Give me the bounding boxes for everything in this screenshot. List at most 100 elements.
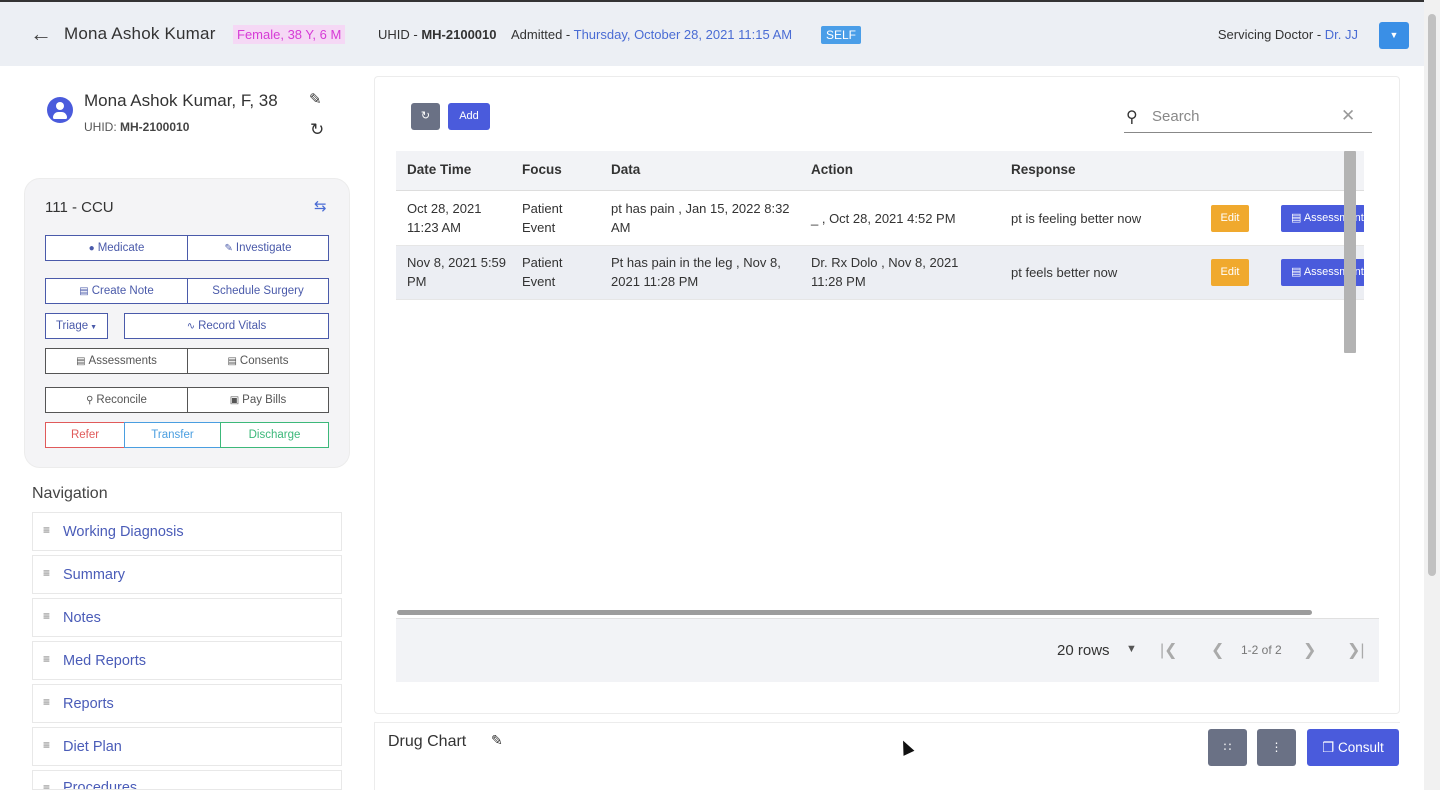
table-vertical-scrollbar[interactable] [1344, 151, 1356, 353]
search-icon: ⚲ [86, 395, 94, 406]
consult-button[interactable]: ❐ Consult [1307, 729, 1399, 766]
list-icon: ≡ [43, 523, 51, 537]
refresh-button[interactable]: ↻ [411, 103, 440, 130]
nav-item-diet-plan[interactable]: ≡ Diet Plan [32, 727, 342, 766]
page-scrollbar-thumb[interactable] [1428, 14, 1436, 576]
pagination-bar: 20 rows ▼ |❮ ❮ 1-2 of 2 ❯ ❯| [396, 618, 1379, 682]
table-row[interactable]: Nov 8, 2021 5:59 PM Patient Event Pt has… [396, 246, 1364, 300]
avatar-icon [47, 97, 73, 123]
column-header[interactable]: Data [611, 162, 640, 177]
patient-card-uhid-value: MH-2100010 [120, 120, 190, 134]
investigate-button[interactable]: ✎ Investigate [187, 235, 329, 261]
cell-date-time: Nov 8, 2021 5:59 PM [407, 255, 507, 289]
search-input[interactable] [1152, 105, 1332, 127]
rows-per-page-select[interactable]: 20 rows [1057, 642, 1110, 659]
notes-table: Date Time Focus Data Action Response Oct… [396, 151, 1364, 681]
refer-button[interactable]: Refer [45, 422, 125, 448]
more-vertical-icon: ⋮ [1270, 740, 1283, 754]
create-note-button[interactable]: ▤ Create Note [45, 278, 188, 304]
uhid-label: UHID - [378, 27, 422, 42]
patient-header: ← Mona Ashok Kumar Female, 38 Y, 6 M UHI… [0, 0, 1424, 66]
drug-chart-title: Drug Chart [388, 733, 467, 750]
column-header[interactable]: Focus [522, 162, 562, 177]
navigation-heading: Navigation [32, 485, 108, 502]
discharge-button[interactable]: Discharge [220, 422, 329, 448]
column-header[interactable]: Response [1011, 162, 1076, 177]
record-vitals-button[interactable]: ∿ Record Vitals [124, 313, 329, 339]
pay-bills-button[interactable]: ▣ Pay Bills [187, 387, 329, 413]
nav-item-label: Reports [63, 696, 114, 712]
ward-title: 111 - CCU [45, 199, 114, 216]
swap-icon[interactable]: ⇆ [314, 197, 327, 215]
nav-item-label: Notes [63, 610, 101, 626]
caret-down-icon[interactable]: ▼ [1126, 643, 1137, 655]
more-options-button[interactable]: ⋮ [1257, 729, 1296, 766]
triage-label: Triage [55, 320, 89, 332]
grid-menu-button[interactable]: ∷ [1208, 729, 1247, 766]
nav-item-reports[interactable]: ≡ Reports [32, 684, 342, 723]
list-icon: ≡ [43, 781, 51, 790]
patient-card-uhid: UHID: MH-2100010 [84, 120, 189, 134]
column-header[interactable]: Date Time [407, 162, 471, 177]
doctor-dropdown-button[interactable]: ▼ [1379, 22, 1409, 49]
nav-item-med-reports[interactable]: ≡ Med Reports [32, 641, 342, 680]
nav-item-notes[interactable]: ≡ Notes [32, 598, 342, 637]
admitted-date: Thursday, October 28, 2021 11:15 AM [573, 27, 793, 42]
uhid-value: MH-2100010 [421, 27, 497, 42]
pulse-icon: ∿ [186, 321, 196, 332]
nav-item-working-diagnosis[interactable]: ≡ Working Diagnosis [32, 512, 342, 551]
cell-focus: Patient Event [522, 201, 563, 235]
add-button[interactable]: Add [448, 103, 490, 130]
investigate-label: Investigate [235, 242, 292, 254]
reconcile-button[interactable]: ⚲ Reconcile [45, 387, 188, 413]
nav-item-label: Med Reports [63, 653, 147, 669]
edit-button[interactable]: Edit [1211, 205, 1249, 232]
last-page-icon[interactable]: ❯| [1347, 640, 1365, 660]
grid-icon: ∷ [1223, 740, 1232, 754]
edit-patient-icon[interactable]: ✎ [309, 90, 322, 108]
transfer-button[interactable]: Transfer [124, 422, 221, 448]
table-horizontal-scrollbar[interactable] [397, 610, 1312, 615]
cell-response: pt feels better now [1011, 265, 1118, 280]
discharge-label: Discharge [248, 429, 301, 441]
nav-item-summary[interactable]: ≡ Summary [32, 555, 342, 594]
list-icon: ≡ [43, 738, 51, 752]
medicate-button[interactable]: ● Medicate [45, 235, 188, 261]
cell-action: Dr. Rx Dolo , Nov 8, 2021 11:28 PM [811, 255, 959, 289]
cell-focus: Patient Event [522, 255, 563, 289]
edit-button[interactable]: Edit [1211, 259, 1249, 286]
refresh-icon: ↻ [420, 110, 431, 122]
search-box: ⚲ ✕ [1124, 101, 1372, 133]
back-arrow-icon[interactable]: ← [30, 23, 52, 45]
search-icon: ⚲ [1126, 109, 1138, 126]
pay-bills-label: Pay Bills [242, 394, 287, 406]
nav-item-procedures[interactable]: ≡ Procedures [32, 770, 342, 790]
schedule-surgery-label: Schedule Surgery [212, 285, 304, 297]
triage-dropdown[interactable]: Triage ▼ [45, 313, 108, 339]
servicing-label: Servicing Doctor - [1217, 27, 1325, 42]
nav-item-label: Summary [63, 567, 126, 583]
refresh-icon[interactable]: ↻ [310, 120, 324, 140]
servicing-doctor-name: Dr. JJ [1324, 27, 1358, 42]
reconcile-label: Reconcile [96, 394, 147, 406]
page-scrollbar[interactable] [1424, 0, 1440, 790]
clear-icon[interactable]: ✕ [1341, 106, 1355, 126]
consents-button[interactable]: ▤ Consents [187, 348, 329, 374]
edit-drug-chart-icon[interactable]: ✎ [491, 732, 503, 749]
list-icon: ≡ [43, 652, 51, 666]
clipboard-icon: ▤ [76, 356, 86, 367]
consents-label: Consents [239, 355, 289, 367]
table-row[interactable]: Oct 28, 2021 11:23 AM Patient Event pt h… [396, 192, 1364, 246]
next-page-icon[interactable]: ❯ [1303, 640, 1316, 660]
first-page-icon[interactable]: |❮ [1160, 640, 1178, 660]
schedule-surgery-button[interactable]: Schedule Surgery [187, 278, 329, 304]
list-icon: ≡ [43, 566, 51, 580]
column-header[interactable]: Action [811, 162, 853, 177]
ward-actions-card: 111 - CCU ⇆ ● Medicate ✎ Investigate ▤ Crea… [24, 178, 350, 468]
caret-down-icon: ▼ [90, 324, 98, 331]
prev-page-icon[interactable]: ❮ [1211, 640, 1224, 660]
clipboard-icon: ▤ [227, 356, 237, 367]
nav-item-label: Working Diagnosis [63, 524, 184, 540]
medicate-label: Medicate [97, 242, 145, 254]
assessments-button[interactable]: ▤ Assessments [45, 348, 188, 374]
